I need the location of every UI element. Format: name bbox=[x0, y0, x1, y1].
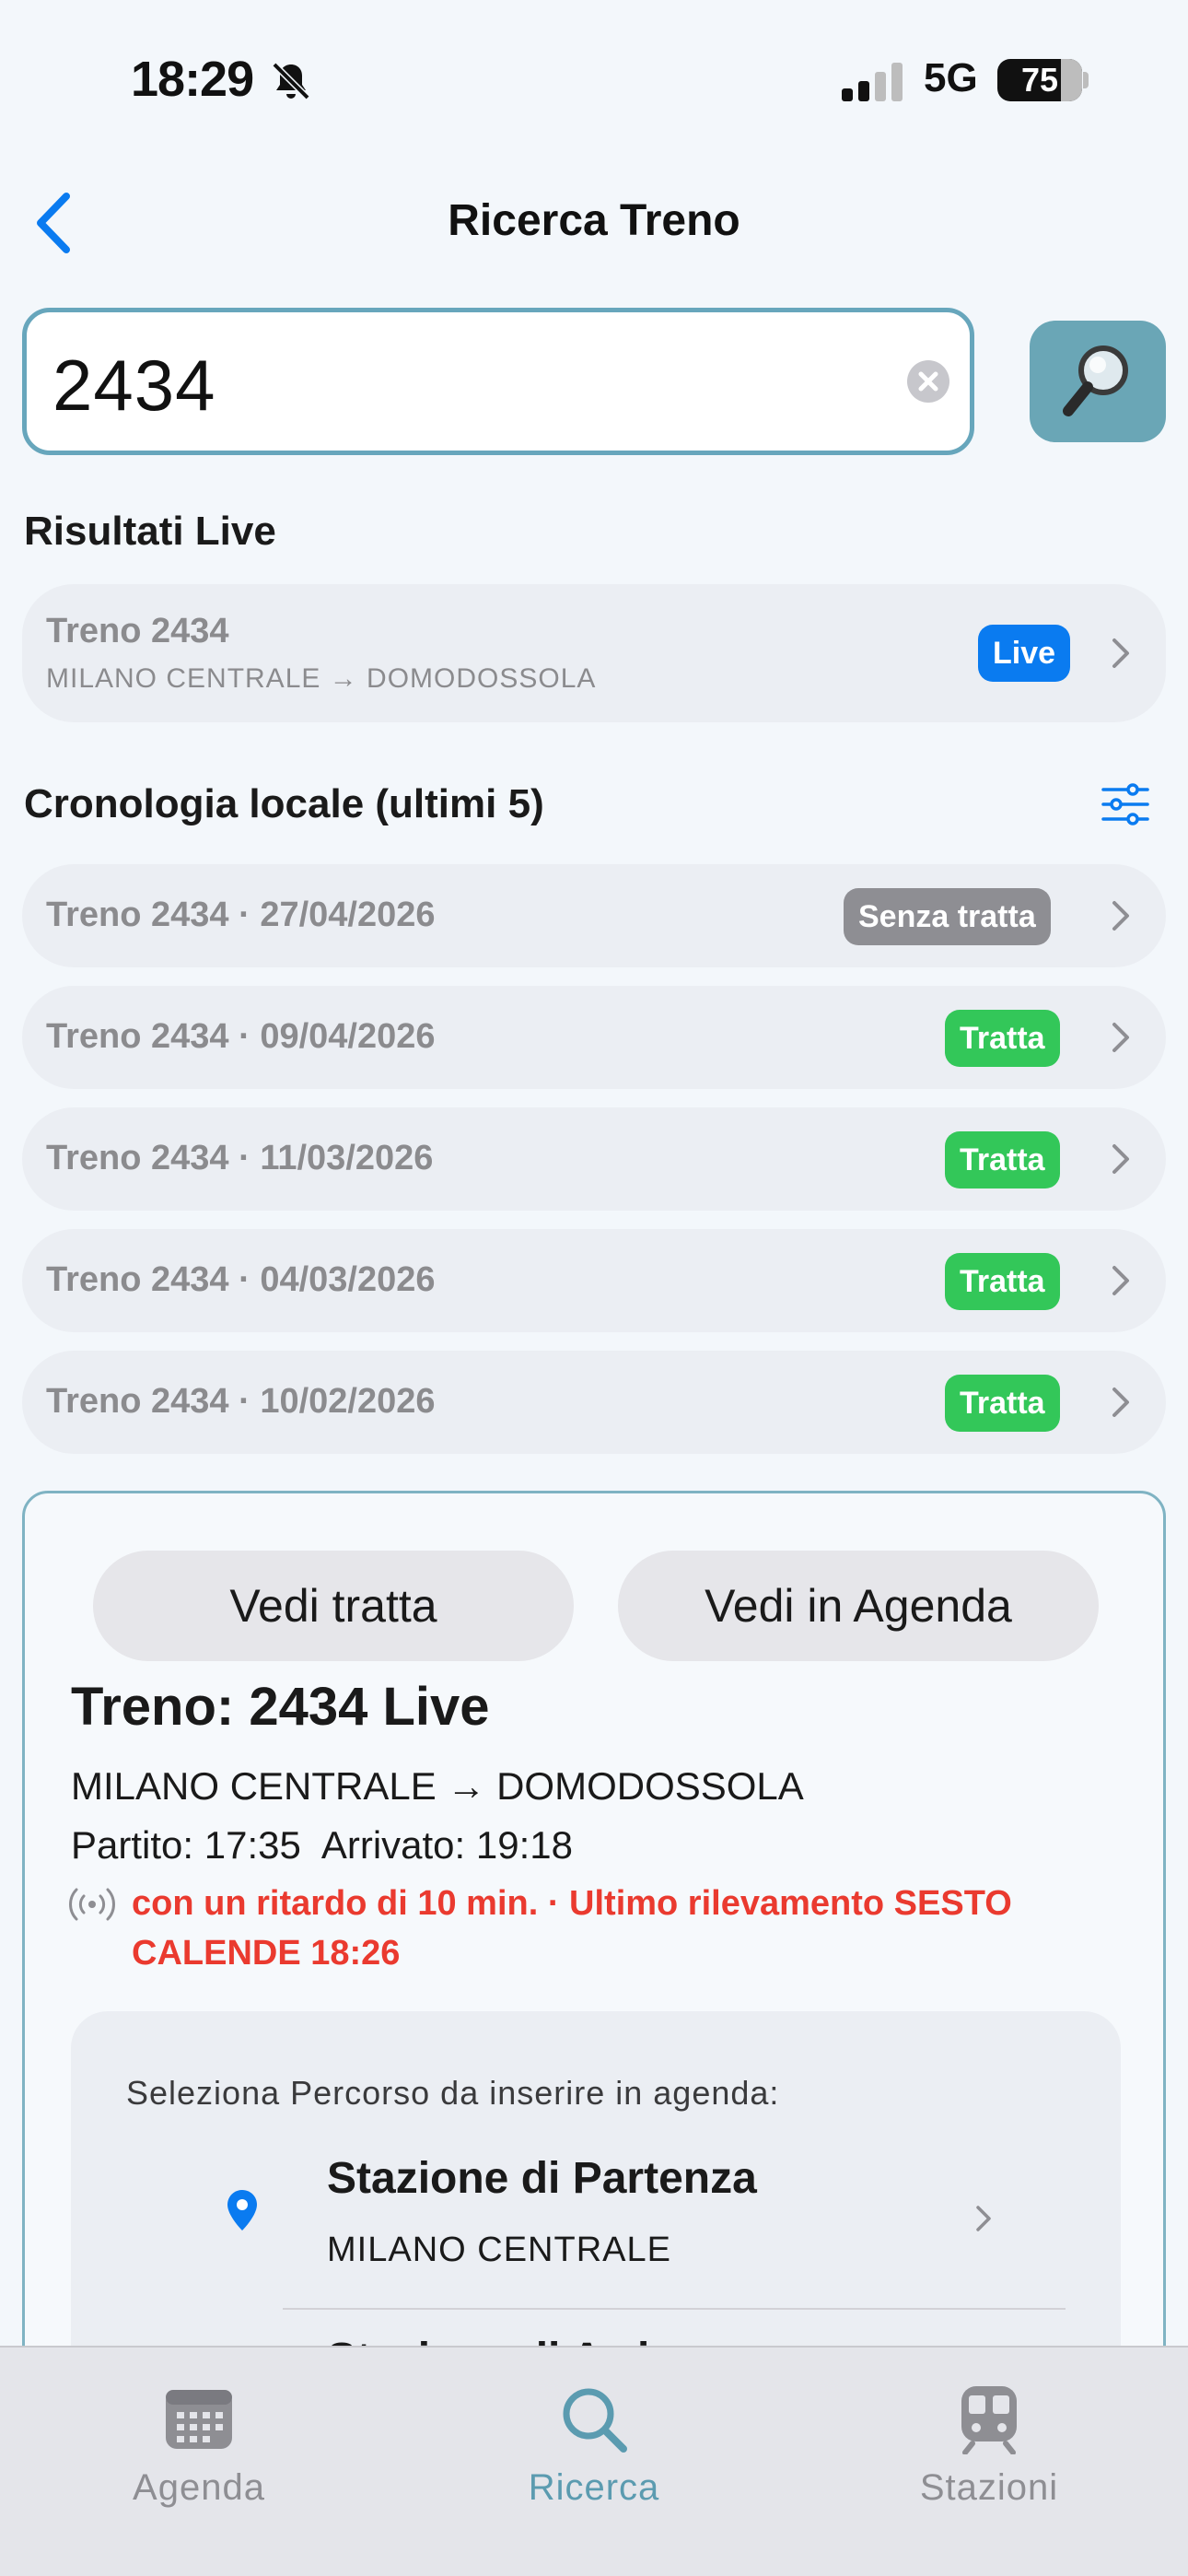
no-route-badge: Senza tratta bbox=[844, 888, 1051, 945]
route-badge: Tratta bbox=[945, 1131, 1060, 1188]
tab-label: Stazioni bbox=[919, 2467, 1059, 2508]
search-button[interactable] bbox=[1030, 321, 1166, 442]
chevron-right-icon bbox=[1112, 1388, 1129, 1417]
departed-time: Partito: 17:35 bbox=[71, 1823, 301, 1867]
live-signal-icon bbox=[69, 1888, 115, 1921]
live-result-row[interactable]: Treno 2434 MILANO CENTRALE → DOMODOSSOLA… bbox=[22, 584, 1166, 722]
tab-stazioni[interactable]: Stazioni bbox=[842, 2348, 1136, 2532]
history-row-label: Treno 2434 · 09/04/2026 bbox=[46, 1017, 436, 1056]
history-title: Cronologia locale (ultimi 5) bbox=[24, 781, 544, 826]
tab-label: Agenda bbox=[133, 2467, 265, 2508]
bell-off-icon bbox=[272, 62, 310, 100]
live-results-title: Risultati Live bbox=[24, 509, 276, 554]
selector-title: Seleziona Percorso da inserire in agenda… bbox=[126, 2074, 780, 2112]
history-row[interactable]: Treno 2434 · 04/03/2026 Tratta bbox=[22, 1229, 1166, 1332]
history-row[interactable]: Treno 2434 · 09/04/2026 Tratta bbox=[22, 986, 1166, 1089]
tab-bar: Agenda Ricerca Stazioni bbox=[0, 2346, 1188, 2576]
history-row-label: Treno 2434 · 10/02/2026 bbox=[46, 1382, 436, 1421]
route-badge: Tratta bbox=[945, 1253, 1060, 1310]
departure-station-label[interactable]: Stazione di Partenza bbox=[327, 2153, 757, 2204]
chevron-right-icon[interactable] bbox=[975, 2205, 992, 2232]
live-result-route: MILANO CENTRALE → DOMODOSSOLA bbox=[46, 663, 597, 694]
route-badge: Tratta bbox=[945, 1010, 1060, 1067]
chevron-right-icon bbox=[1112, 901, 1129, 931]
search-input[interactable]: 2434 bbox=[22, 308, 974, 455]
train-icon bbox=[961, 2386, 1017, 2454]
train-title: Treno: 2434 Live bbox=[71, 1677, 490, 1737]
search-icon bbox=[563, 2388, 627, 2453]
battery-nub bbox=[1083, 72, 1089, 88]
departure-station-value: MILANO CENTRALE bbox=[327, 2231, 671, 2269]
tab-agenda[interactable]: Agenda bbox=[52, 2348, 346, 2532]
tab-ricerca[interactable]: Ricerca bbox=[447, 2348, 741, 2532]
chevron-right-icon bbox=[1112, 1023, 1129, 1052]
calendar-icon bbox=[166, 2390, 232, 2449]
train-route: MILANO CENTRALE → DOMODOSSOLA bbox=[71, 1764, 804, 1808]
history-row-label: Treno 2434 · 04/03/2026 bbox=[46, 1260, 436, 1299]
signal-icon bbox=[842, 63, 903, 101]
filter-icon[interactable] bbox=[1101, 783, 1149, 825]
network-type: 5G bbox=[924, 55, 978, 100]
train-times: Partito: 17:35 Arrivato: 19:18 bbox=[71, 1823, 593, 1868]
history-row-label: Treno 2434 · 27/04/2026 bbox=[46, 896, 436, 934]
chevron-right-icon bbox=[1112, 1144, 1129, 1174]
status-bar: 18:29 5G 75 bbox=[0, 0, 1188, 157]
magnifier-icon bbox=[1063, 345, 1128, 416]
history-row-label: Treno 2434 · 11/03/2026 bbox=[46, 1139, 434, 1177]
status-time: 18:29 bbox=[131, 52, 254, 107]
route-badge: Tratta bbox=[945, 1375, 1060, 1432]
view-agenda-button[interactable]: Vedi in Agenda bbox=[618, 1551, 1099, 1661]
page-title: Ricerca Treno bbox=[448, 196, 740, 245]
history-row[interactable]: Treno 2434 · 27/04/2026 Senza tratta bbox=[22, 864, 1166, 967]
view-route-button[interactable]: Vedi tratta bbox=[93, 1551, 574, 1661]
history-row[interactable]: Treno 2434 · 10/02/2026 Tratta bbox=[22, 1351, 1166, 1454]
search-input-value[interactable]: 2434 bbox=[52, 344, 216, 427]
chevron-right-icon bbox=[1112, 638, 1129, 668]
delay-status: con un ritardo di 10 min. · Ultimo rilev… bbox=[132, 1884, 1012, 1973]
live-result-label: Treno 2434 bbox=[46, 612, 229, 650]
location-pin-icon bbox=[227, 2190, 257, 2231]
tab-label: Ricerca bbox=[528, 2467, 660, 2508]
clear-icon[interactable] bbox=[907, 360, 949, 403]
chevron-right-icon bbox=[1112, 1266, 1129, 1295]
live-badge: Live bbox=[978, 625, 1071, 682]
arrived-time: Arrivato: 19:18 bbox=[320, 1823, 573, 1867]
divider bbox=[283, 2308, 1066, 2310]
battery-icon: 75 bbox=[997, 59, 1082, 101]
battery-level: 75 bbox=[1020, 61, 1059, 99]
history-row[interactable]: Treno 2434 · 11/03/2026 Tratta bbox=[22, 1107, 1166, 1211]
